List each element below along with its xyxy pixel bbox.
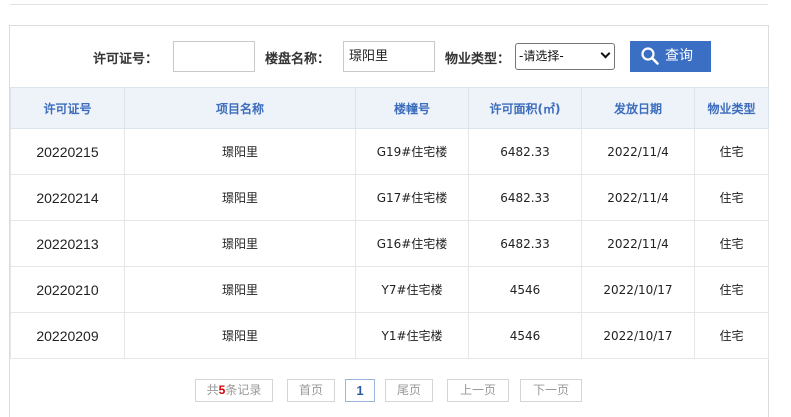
query-button[interactable]: 查询 xyxy=(630,41,711,72)
table-header-row: 许可证号 项目名称 楼幢号 许可面积(㎡) 发放日期 物业类型 xyxy=(10,87,769,129)
cell-building-no: G16#住宅楼 xyxy=(355,220,469,267)
cell-license-no: 20220215 xyxy=(10,128,125,175)
header-property-type: 物业类型 xyxy=(694,87,769,129)
cell-property-type: 住宅 xyxy=(694,312,769,359)
cell-building-no: Y1#住宅楼 xyxy=(355,312,469,359)
header-license-no: 许可证号 xyxy=(10,87,125,129)
permit-table: 许可证号 项目名称 楼幢号 许可面积(㎡) 发放日期 物业类型 20220215… xyxy=(10,87,769,359)
cell-issue-date: 2022/10/17 xyxy=(581,312,695,359)
project-input[interactable]: 璟阳里 xyxy=(343,41,435,72)
last-page-button[interactable]: 尾页 xyxy=(385,379,433,402)
cell-permit-area: 6482.33 xyxy=(468,128,582,175)
type-select[interactable]: -请选择- xyxy=(515,43,615,70)
search-icon xyxy=(641,47,659,65)
cell-permit-area: 4546 xyxy=(468,266,582,313)
cell-permit-area: 6482.33 xyxy=(468,220,582,267)
header-project-name: 项目名称 xyxy=(124,87,356,129)
cell-permit-area: 4546 xyxy=(468,312,582,359)
cell-project-name[interactable]: 璟阳里 xyxy=(124,128,356,175)
prev-page-button[interactable]: 上一页 xyxy=(447,379,509,402)
type-select-value: -请选择- xyxy=(519,49,564,63)
cell-project-name[interactable]: 璟阳里 xyxy=(124,266,356,313)
cell-building-no: G19#住宅楼 xyxy=(355,128,469,175)
total-suffix: 条记录 xyxy=(225,383,262,397)
table-row[interactable]: 20220209 璟阳里 Y1#住宅楼 4546 2022/10/17 住宅 xyxy=(10,312,769,359)
cell-property-type: 住宅 xyxy=(694,220,769,267)
total-records: 共5条记录 xyxy=(195,379,273,402)
first-page-button[interactable]: 首页 xyxy=(287,379,335,402)
header-issue-date: 发放日期 xyxy=(581,87,695,129)
cell-property-type: 住宅 xyxy=(694,266,769,313)
total-prefix: 共 xyxy=(206,383,219,397)
table-row[interactable]: 20220215 璟阳里 G19#住宅楼 6482.33 2022/11/4 住… xyxy=(10,128,769,175)
query-button-label: 查询 xyxy=(665,48,693,64)
table-row[interactable]: 20220214 璟阳里 G17#住宅楼 6482.33 2022/11/4 住… xyxy=(10,174,769,221)
cell-project-name[interactable]: 璟阳里 xyxy=(124,174,356,221)
type-label: 物业类型： xyxy=(445,52,511,67)
cell-building-no: G17#住宅楼 xyxy=(355,174,469,221)
header-permit-area: 许可面积(㎡) xyxy=(468,87,582,129)
table-row[interactable]: 20220213 璟阳里 G16#住宅楼 6482.33 2022/11/4 住… xyxy=(10,220,769,267)
cell-property-type: 住宅 xyxy=(694,174,769,221)
pagination: 共5条记录 首页 1 尾页 上一页 下一页 xyxy=(10,376,768,406)
cell-permit-area: 6482.33 xyxy=(468,174,582,221)
cell-project-name[interactable]: 璟阳里 xyxy=(124,220,356,267)
project-label: 楼盘名称： xyxy=(265,52,331,67)
license-label: 许可证号： xyxy=(93,52,159,67)
license-input[interactable] xyxy=(173,41,255,72)
cell-property-type: 住宅 xyxy=(694,128,769,175)
search-bar: 许可证号： 楼盘名称： 璟阳里 物业类型： -请选择- 查询 xyxy=(10,26,768,88)
cell-project-name[interactable]: 璟阳里 xyxy=(124,312,356,359)
cell-license-no: 20220209 xyxy=(10,312,125,359)
cell-issue-date: 2022/11/4 xyxy=(581,220,695,267)
cell-building-no: Y7#住宅楼 xyxy=(355,266,469,313)
cell-issue-date: 2022/10/17 xyxy=(581,266,695,313)
chevron-down-icon xyxy=(600,48,611,59)
table-row[interactable]: 20220210 璟阳里 Y7#住宅楼 4546 2022/10/17 住宅 xyxy=(10,266,769,313)
cell-issue-date: 2022/11/4 xyxy=(581,128,695,175)
cell-license-no: 20220210 xyxy=(10,266,125,313)
cell-license-no: 20220214 xyxy=(10,174,125,221)
next-page-button[interactable]: 下一页 xyxy=(520,379,582,402)
header-building-no: 楼幢号 xyxy=(355,87,469,129)
permit-query-panel: 许可证号： 楼盘名称： 璟阳里 物业类型： -请选择- 查询 许可证号 项目名称… xyxy=(9,25,769,417)
page-1-button[interactable]: 1 xyxy=(345,379,375,402)
cell-license-no: 20220213 xyxy=(10,220,125,267)
cell-issue-date: 2022/11/4 xyxy=(581,174,695,221)
top-divider xyxy=(10,4,768,5)
